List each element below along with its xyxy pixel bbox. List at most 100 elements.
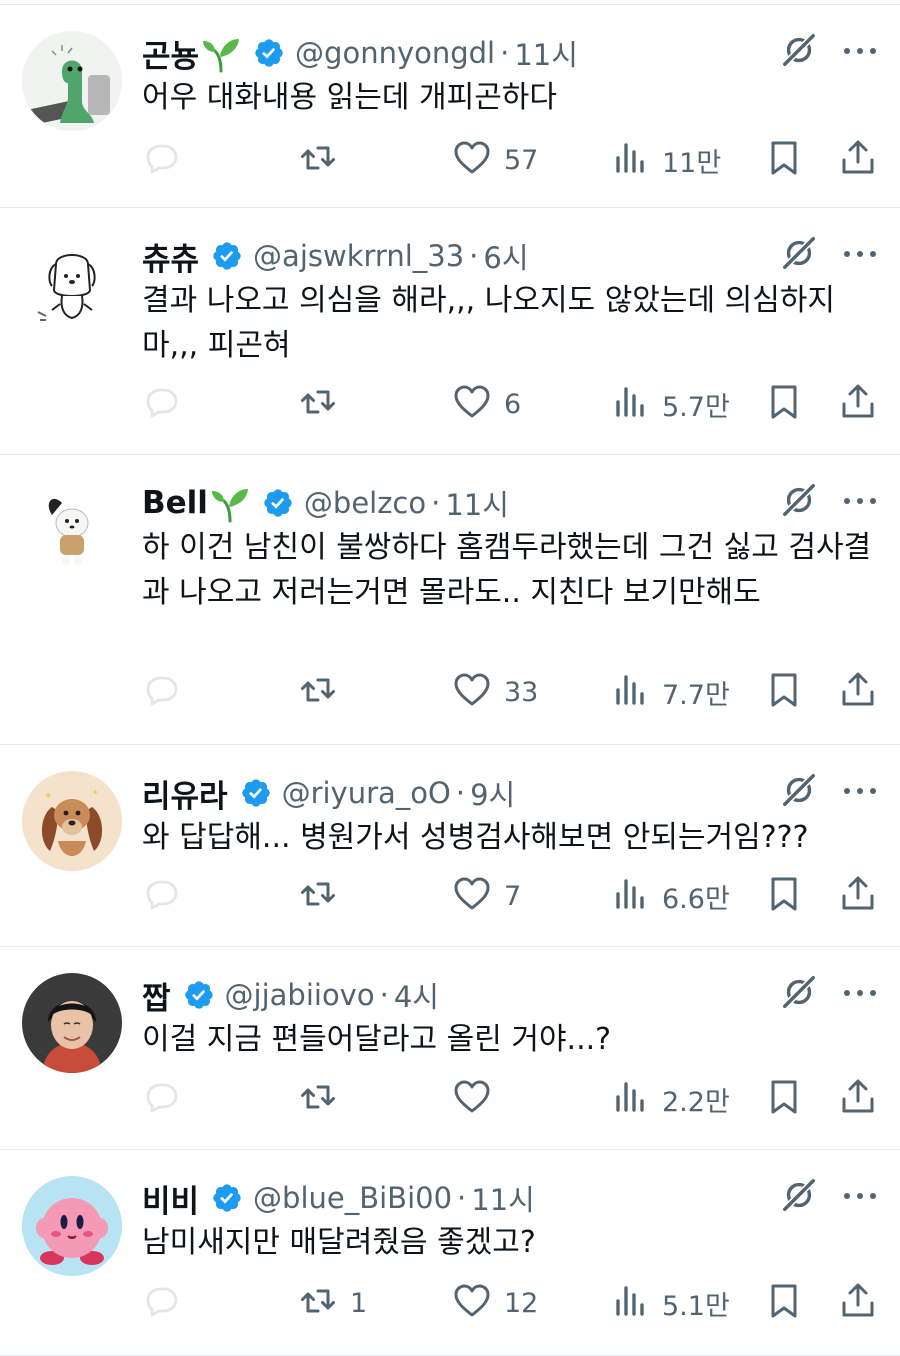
retweet-icon [298,138,338,182]
tweet-text: 결과 나오고 의심을 해라,,, 나오지도 않았는데 의심하지 마,,, 피곤혀 [142,283,836,363]
action-bar: 2.2만 [142,1075,880,1123]
tweet-header: 짭 @jjabiiovo · 4시 [142,969,880,1021]
separator-dot: · [469,239,479,273]
display-name[interactable]: Bell [142,485,208,521]
like-icon [452,1281,492,1325]
avatar[interactable] [22,31,122,131]
reply-button[interactable] [142,1279,182,1327]
like-button[interactable]: 57 [452,136,538,184]
grok-icon[interactable] [780,771,818,809]
verified-badge-icon [253,37,285,69]
timestamp[interactable]: 11시 [514,32,578,74]
timestamp[interactable]: 11시 [471,1177,535,1219]
avatar[interactable] [22,481,122,581]
bookmark-button[interactable] [764,1075,804,1123]
avatar[interactable] [22,1176,122,1276]
avatar[interactable] [22,234,122,334]
retweet-button[interactable] [298,872,350,920]
views-button[interactable]: 2.2만 [610,1075,730,1123]
bookmark-button[interactable] [764,1279,804,1327]
avatar[interactable]: ✦ ✦ [22,771,122,871]
reply-button[interactable] [142,872,182,920]
like-button[interactable]: 7 [452,872,521,920]
action-bar: 6 5.7만 [142,380,880,428]
user-handle[interactable]: @blue_BiBi00 [253,1181,452,1215]
bookmark-button[interactable] [764,380,804,428]
reply-button[interactable] [142,668,182,716]
views-button[interactable]: 11만 [610,136,721,184]
grok-icon[interactable] [780,31,818,69]
more-icon[interactable] [842,493,878,509]
views-count: 6.6만 [662,883,730,915]
reply-button[interactable] [142,380,182,428]
bookmark-button[interactable] [764,872,804,920]
views-icon [610,138,650,182]
avatar[interactable] [22,973,122,1073]
timestamp[interactable]: 9시 [470,772,515,814]
share-button[interactable] [838,872,878,920]
more-icon[interactable] [842,246,878,262]
grok-icon[interactable] [780,973,818,1011]
display-name[interactable]: 곤뇽 [142,31,199,76]
grok-icon[interactable] [780,234,818,272]
share-button[interactable] [838,668,878,716]
more-icon[interactable] [842,783,878,799]
display-name[interactable]: 비비 [142,1176,199,1221]
retweet-button[interactable] [298,1075,350,1123]
user-handle[interactable]: @belzco [304,486,426,520]
tweet-item[interactable]: 츄츄 @ajswkrrnl_33 · 6시결과 나오고 의심을 해라,,, 나오지도 … [0,208,900,455]
views-icon [610,874,650,918]
views-button[interactable]: 5.7만 [610,380,730,428]
user-handle[interactable]: @gonnyongdl [295,36,495,70]
share-button[interactable] [838,136,878,184]
tweet-item[interactable]: Bell @belzco · 11시 하 이건 남친이 불쌍하다 홈캠두라했는데 그건 … [0,455,900,745]
reply-button[interactable] [142,1075,182,1123]
share-icon [838,874,878,918]
like-count: 6 [504,388,522,420]
retweet-button[interactable]: 1 [298,1279,367,1327]
tweet-item[interactable]: ✦ ✦ 리유라 @riyura_oO · 9시 와 답답해... 병원가서 성병검사해보면 … [0,745,900,947]
grok-icon[interactable] [780,481,818,519]
like-button[interactable] [452,1075,504,1123]
retweet-button[interactable] [298,668,350,716]
share-button[interactable] [838,1279,878,1327]
tweet-item[interactable]: 곤뇽 @gonnyongdl · 11시 어우 대화내용 읽는데 개피곤하다 57 11만 [0,5,900,208]
tweet-item[interactable]: 짭 @jjabiiovo · 4시 이걸 지금 편들어달라고 올린 거야...? 2.2만 [0,947,900,1150]
like-button[interactable]: 6 [452,380,521,428]
display-name[interactable]: 짭 [142,973,171,1018]
timestamp[interactable]: 11시 [445,482,509,524]
user-handle[interactable]: @jjabiiovo [225,978,375,1012]
reply-icon [142,138,182,182]
share-button[interactable] [838,1075,878,1123]
like-button[interactable]: 33 [452,668,538,716]
views-button[interactable]: 5.1만 [610,1279,730,1327]
retweet-icon [298,382,338,426]
views-button[interactable]: 6.6만 [610,872,730,920]
user-handle[interactable]: @ajswkrrnl_33 [253,239,464,273]
more-icon[interactable] [842,43,878,59]
display-name[interactable]: 츄츄 [142,234,199,279]
views-button[interactable]: 7.7만 [610,668,730,716]
bookmark-button[interactable] [764,136,804,184]
verified-badge-icon [211,240,243,272]
reply-button[interactable] [142,136,182,184]
bookmark-icon [764,874,804,918]
tweet-item[interactable]: 비비 @blue_BiBi00 · 11시 남미새지만 매달려줬음 좋겠고? 1 12 5.1… [0,1150,900,1356]
more-icon[interactable] [842,1188,878,1204]
separator-dot: · [431,486,441,520]
retweet-icon [298,1077,338,1121]
retweet-button[interactable] [298,380,350,428]
like-icon [452,874,492,918]
display-name[interactable]: 리유라 [142,771,228,816]
bookmark-button[interactable] [764,668,804,716]
timestamp[interactable]: 4시 [394,974,439,1016]
tweet-text: 어우 대화내용 읽는데 개피곤하다 [142,80,558,115]
retweet-button[interactable] [298,136,350,184]
more-icon[interactable] [842,985,878,1001]
share-icon [838,382,878,426]
grok-icon[interactable] [780,1176,818,1214]
user-handle[interactable]: @riyura_oO [282,776,451,810]
like-button[interactable]: 12 [452,1279,538,1327]
timestamp[interactable]: 6시 [483,235,528,277]
share-button[interactable] [838,380,878,428]
